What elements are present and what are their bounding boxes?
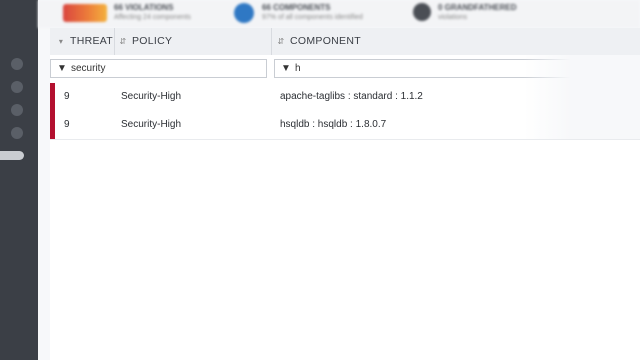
column-label-component: COMPONENT bbox=[290, 35, 361, 47]
table-header: ▾ THREAT ⇵ POLICY ⇵ COMPONENT bbox=[50, 28, 640, 56]
nav-active-indicator bbox=[0, 151, 24, 160]
column-divider[interactable] bbox=[114, 28, 115, 55]
policy-cell: Security-High bbox=[121, 119, 182, 130]
sort-icon: ⇵ bbox=[119, 37, 127, 46]
column-label-policy: POLICY bbox=[132, 35, 173, 47]
table-right-fade bbox=[524, 55, 640, 139]
grandfathered-subtitle: violations bbox=[438, 14, 468, 21]
grandfathered-badge[interactable] bbox=[413, 3, 431, 21]
component-cell: apache-taglibs : standard : 1.1.2 bbox=[280, 91, 423, 102]
policy-cell: Security-High bbox=[121, 91, 182, 102]
column-label-threat: THREAT bbox=[70, 35, 114, 47]
grandfathered-title: 0 GRANDFATHERED bbox=[438, 3, 517, 12]
components-subtitle: 97% of all components identified bbox=[262, 14, 363, 21]
nav-icon-2[interactable] bbox=[11, 81, 23, 93]
components-badge[interactable] bbox=[234, 3, 254, 23]
nav-icon-4[interactable] bbox=[11, 127, 23, 139]
filter-icon: ▼ bbox=[57, 63, 67, 74]
left-nav-rail bbox=[0, 0, 38, 360]
sort-desc-icon: ▾ bbox=[58, 37, 64, 46]
filter-icon: ▼ bbox=[281, 63, 291, 74]
threat-cell: 9 bbox=[64, 119, 70, 130]
nav-icon-3[interactable] bbox=[11, 104, 23, 116]
column-header-threat[interactable]: ▾ THREAT bbox=[56, 28, 113, 55]
sort-icon: ⇵ bbox=[277, 37, 285, 46]
violations-title: 66 VIOLATIONS bbox=[114, 3, 174, 12]
threat-level-flag bbox=[50, 111, 55, 139]
policy-filter-input[interactable] bbox=[71, 60, 262, 77]
nav-icon-1[interactable] bbox=[11, 58, 23, 70]
violations-subtitle: Affecting 24 components bbox=[114, 14, 191, 21]
column-divider[interactable] bbox=[271, 28, 272, 55]
column-header-component[interactable]: ⇵ COMPONENT bbox=[276, 28, 361, 55]
components-title: 66 COMPONENTS bbox=[262, 3, 331, 12]
summary-strip: 66 VIOLATIONS Affecting 24 components 66… bbox=[38, 0, 640, 28]
threat-cell: 9 bbox=[64, 91, 70, 102]
column-header-policy[interactable]: ⇵ POLICY bbox=[118, 28, 172, 55]
threat-level-flag bbox=[50, 83, 55, 111]
component-cell: hsqldb : hsqldb : 1.8.0.7 bbox=[280, 119, 387, 130]
violations-badge[interactable] bbox=[63, 4, 107, 22]
policy-filter-field[interactable]: ▼ bbox=[50, 59, 267, 78]
